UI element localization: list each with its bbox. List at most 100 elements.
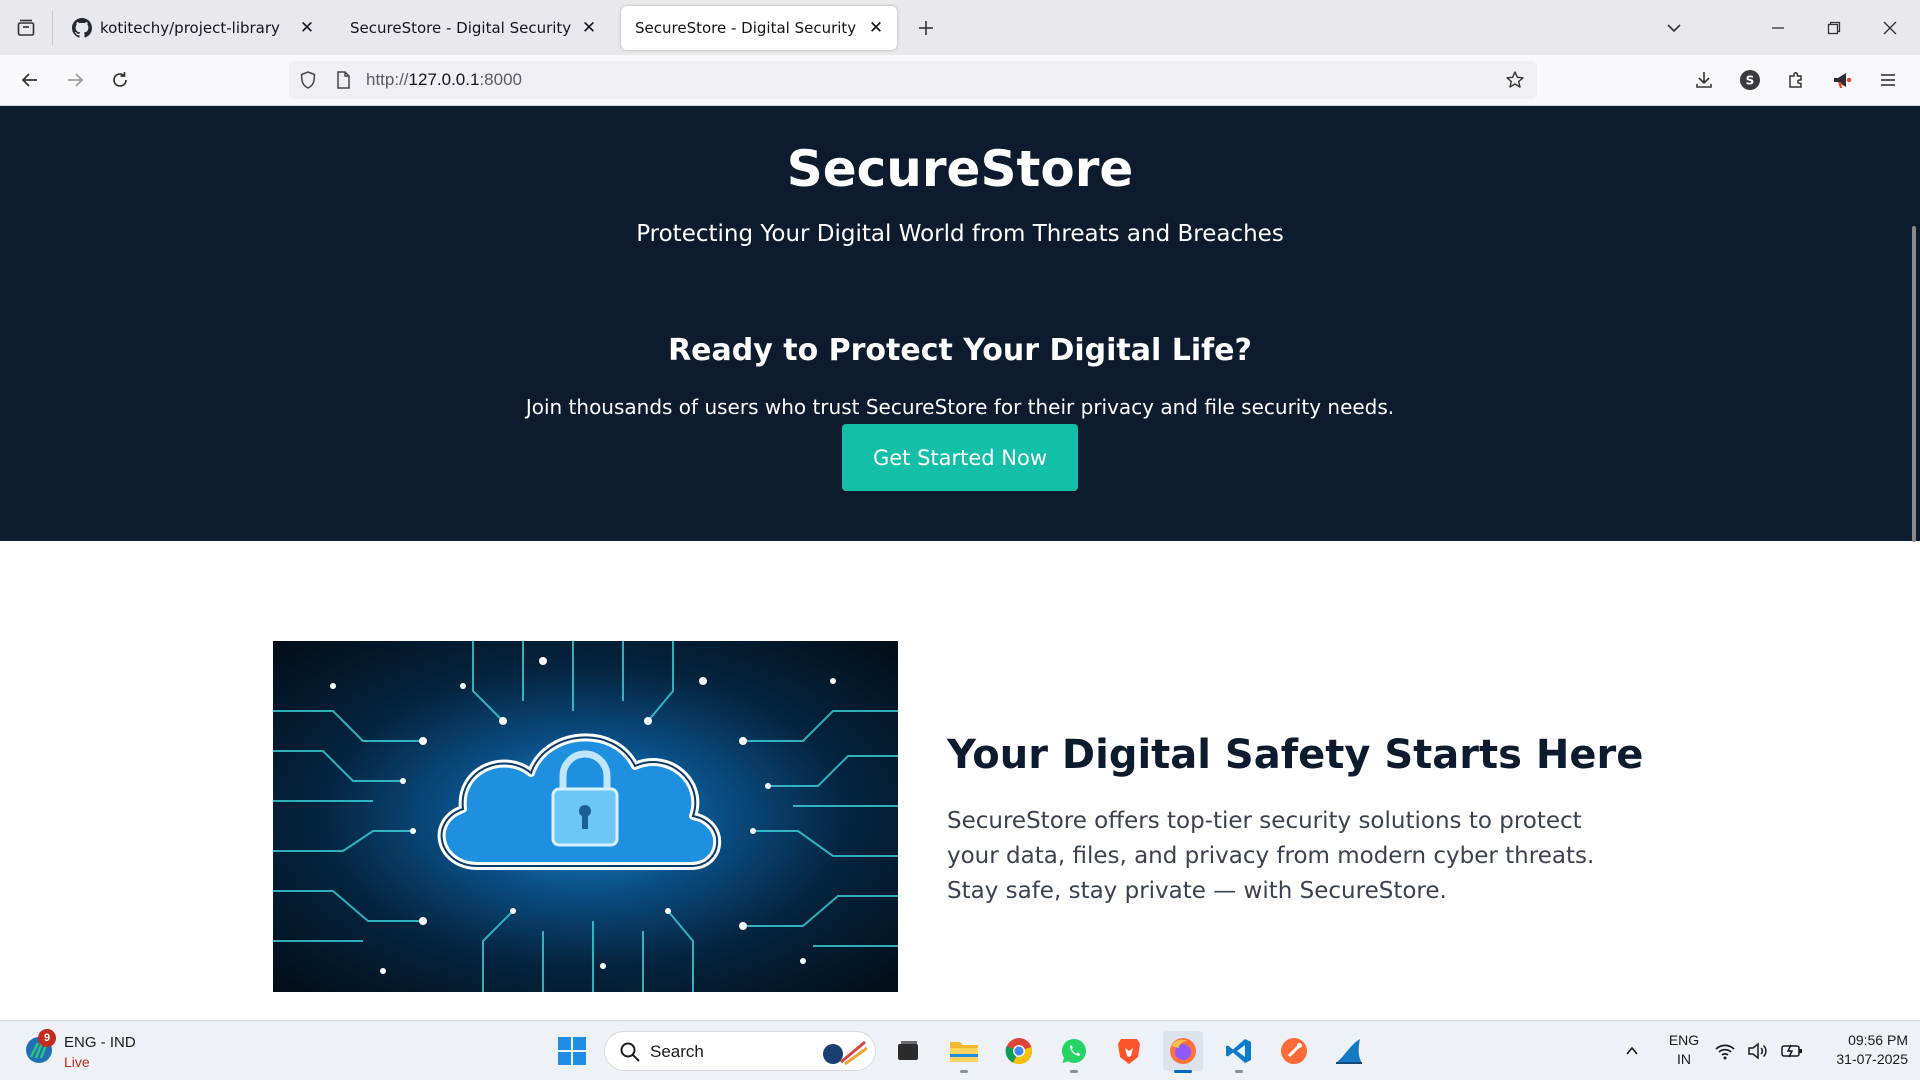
close-icon: [1883, 21, 1897, 34]
taskbar-search-box[interactable]: Search: [604, 1031, 876, 1071]
postman-icon: [1281, 1038, 1307, 1064]
cta-text: Join thousands of users who trust Secure…: [525, 395, 1395, 419]
clock-time: 09:56 PM: [1848, 1032, 1908, 1048]
tab-list-button[interactable]: [8, 10, 44, 46]
browser-toolbar: http://127.0.0.1:8000 S: [0, 55, 1920, 106]
megaphone-icon: [1834, 73, 1852, 88]
tab-github[interactable]: kotitechy/project-library ✕: [58, 6, 328, 50]
back-button[interactable]: [12, 62, 48, 98]
show-hidden-icons-button[interactable]: [1618, 1037, 1646, 1065]
tab-divider: [52, 10, 53, 46]
download-icon: [1696, 72, 1712, 88]
whatsapp-icon: [1061, 1038, 1086, 1063]
plus-icon: [919, 21, 933, 35]
news-widget[interactable]: 9 ENG - IND Live: [24, 1029, 184, 1073]
tab-securestore-active[interactable]: SecureStore - Digital Security Simplifie…: [621, 6, 897, 50]
search-placeholder: Search: [650, 1042, 704, 1061]
close-tab-icon[interactable]: ✕: [865, 17, 887, 39]
reload-button[interactable]: [102, 62, 138, 98]
chrome-icon: [1005, 1038, 1032, 1065]
active-indicator: [1174, 1070, 1192, 1073]
about-body-text: SecureStore offers top-tier security sol…: [947, 808, 1595, 904]
shield-icon[interactable]: [298, 70, 318, 90]
brave-lion-icon: [1118, 1039, 1140, 1064]
task-view-button[interactable]: [888, 1031, 928, 1071]
page-viewport: SecureStore Protecting Your Digital Worl…: [0, 106, 1920, 1020]
whatsapp-button[interactable]: [1054, 1031, 1094, 1073]
system-tray[interactable]: [1714, 1037, 1804, 1065]
start-button[interactable]: [556, 1035, 588, 1067]
firefox-icon: [1170, 1038, 1196, 1064]
browser-tab-strip: kotitechy/project-library ✕ SecureStore …: [0, 0, 1920, 55]
url-port: :8000: [479, 70, 522, 89]
hero-section: SecureStore Protecting Your Digital Worl…: [0, 106, 1920, 541]
system-clock[interactable]: 09:56 PM 31-07-2025: [1812, 1031, 1908, 1069]
postman-button[interactable]: [1274, 1031, 1314, 1071]
volume-icon: [1748, 1042, 1767, 1060]
new-tab-button[interactable]: [910, 12, 942, 44]
minimize-icon: [1772, 26, 1784, 29]
windows-logo-icon: [558, 1037, 586, 1065]
tab-title: SecureStore - Digital Security Simplifie…: [350, 19, 572, 37]
get-started-button[interactable]: Get Started Now: [842, 424, 1078, 491]
language-code: ENG: [1668, 1032, 1700, 1048]
app-menu-button[interactable]: [1870, 62, 1906, 98]
extensions-button[interactable]: [1778, 62, 1814, 98]
arrow-right-icon: [68, 73, 84, 87]
battery-icon: [1781, 1044, 1802, 1058]
chevron-up-icon: [1626, 1046, 1638, 1055]
wireshark-button[interactable]: [1329, 1031, 1369, 1071]
tab-list-icon: [17, 19, 35, 36]
github-icon: [72, 18, 92, 38]
folder-icon: [950, 1042, 978, 1062]
restore-icon: [1827, 21, 1841, 34]
url-text[interactable]: http://127.0.0.1:8000: [366, 70, 522, 90]
forward-button[interactable]: [57, 62, 93, 98]
page-scrollbar[interactable]: [1912, 226, 1916, 542]
widget-status: Live: [64, 1054, 90, 1070]
close-tab-icon[interactable]: ✕: [296, 17, 318, 39]
clock-date: 31-07-2025: [1836, 1051, 1908, 1067]
chevron-down-icon: [1667, 23, 1681, 32]
running-indicator: [1235, 1070, 1243, 1073]
list-all-tabs-button[interactable]: [1646, 0, 1702, 55]
url-host: 127.0.0.1: [408, 70, 480, 89]
minimize-button[interactable]: [1750, 0, 1806, 55]
puzzle-icon: [1789, 72, 1802, 88]
about-heading: Your Digital Safety Starts Here: [947, 732, 1644, 778]
windows-taskbar: 9 ENG - IND Live Search ENG IN 09:56 PM …: [0, 1020, 1920, 1080]
bookmark-star-icon[interactable]: [1505, 70, 1525, 90]
task-view-icon: [898, 1041, 918, 1060]
address-bar[interactable]: http://127.0.0.1:8000: [289, 61, 1537, 99]
cta-heading: Ready to Protect Your Digital Life?: [668, 333, 1252, 368]
hero-subtitle: Protecting Your Digital World from Threa…: [636, 221, 1284, 247]
cloud-security-image: [273, 641, 898, 992]
arrow-left-icon: [21, 73, 37, 87]
file-explorer-button[interactable]: [944, 1031, 984, 1073]
running-indicator: [960, 1070, 968, 1073]
vscode-icon: [1226, 1039, 1251, 1063]
downloads-button[interactable]: [1686, 62, 1722, 98]
svg-text:S: S: [1746, 74, 1755, 88]
brave-button[interactable]: [1109, 1031, 1149, 1071]
extension-button[interactable]: [1824, 62, 1860, 98]
tab-securestore-1[interactable]: SecureStore - Digital Security Simplifie…: [336, 6, 610, 50]
tab-title: SecureStore - Digital Security Simplifie…: [635, 19, 859, 37]
url-scheme: http://: [366, 70, 409, 89]
firefox-button[interactable]: [1163, 1031, 1203, 1073]
close-tab-icon[interactable]: ✕: [578, 17, 600, 39]
widget-title: ENG - IND: [64, 1034, 136, 1051]
page-icon[interactable]: [333, 70, 353, 90]
input-language-indicator[interactable]: ENG IN: [1666, 1031, 1702, 1069]
account-button[interactable]: S: [1732, 62, 1768, 98]
vscode-button[interactable]: [1219, 1031, 1259, 1073]
search-highlight-icon: [823, 1040, 868, 1066]
close-window-button[interactable]: [1862, 0, 1918, 55]
chrome-button[interactable]: [999, 1031, 1039, 1071]
notification-badge: 9: [38, 1029, 56, 1047]
wifi-icon: [1715, 1044, 1735, 1060]
restore-button[interactable]: [1806, 0, 1862, 55]
region-code: IN: [1677, 1051, 1691, 1067]
tab-title: kotitechy/project-library: [100, 19, 280, 37]
search-icon: [620, 1042, 640, 1062]
